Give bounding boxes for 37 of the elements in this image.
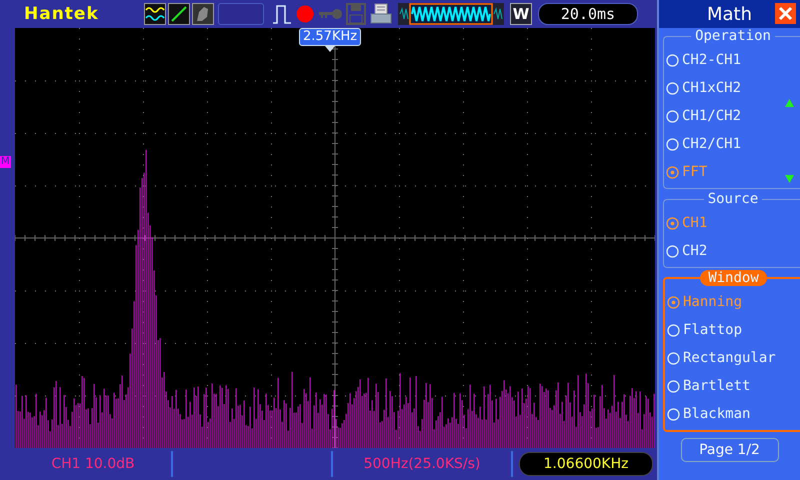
radio-option[interactable]: FFT	[666, 158, 800, 186]
blank-slot	[218, 3, 264, 25]
pointer-icon	[325, 46, 336, 52]
wave-icon[interactable]	[144, 3, 166, 25]
timebase-readout: 20.0ms	[538, 3, 638, 25]
frequency-readout: 1.06600KHz	[519, 452, 653, 476]
radio-option[interactable]: CH2	[666, 237, 800, 265]
brand-logo: Hantek	[24, 4, 100, 24]
printer-icon[interactable]	[370, 3, 392, 25]
radio-option[interactable]: Rectangular	[667, 344, 800, 372]
record-icon[interactable]	[296, 5, 314, 23]
channel-scale: CH1 10.0dB	[51, 456, 135, 472]
scroll-down-icon[interactable]	[785, 175, 794, 183]
group-title: Operation	[694, 28, 772, 44]
w-key[interactable]: W	[510, 3, 532, 25]
radio-option[interactable]: CH1/CH2	[666, 102, 800, 130]
radio-option[interactable]: Flattop	[667, 316, 800, 344]
cursor-label: 2.57KHz	[299, 28, 362, 46]
panel-title: Math	[706, 4, 752, 24]
math-marker: M	[0, 156, 11, 168]
close-icon[interactable]	[775, 3, 796, 24]
page-button[interactable]: Page 1/2	[680, 438, 778, 462]
group-title: Window	[700, 270, 767, 286]
group-title: Source	[706, 191, 760, 207]
radio-option[interactable]: Bartlett	[667, 372, 800, 400]
xy-mode-icon[interactable]	[168, 3, 190, 25]
radio-option[interactable]: CH2-CH1	[666, 46, 800, 74]
radio-option[interactable]: CH2/CH1	[666, 130, 800, 158]
sample-rate: 500Hz(25.0KS/s)	[364, 456, 480, 472]
radio-option[interactable]: Hanning	[667, 288, 800, 316]
radio-option[interactable]: CH1	[666, 209, 800, 237]
pulse-icon	[272, 3, 292, 25]
scroll-up-icon[interactable]	[785, 99, 794, 107]
key-icon	[318, 7, 342, 21]
memory-waveform-icon	[398, 3, 504, 25]
radio-option[interactable]: CH1xCH2	[666, 74, 800, 102]
radio-option[interactable]: Blackman	[667, 400, 800, 428]
